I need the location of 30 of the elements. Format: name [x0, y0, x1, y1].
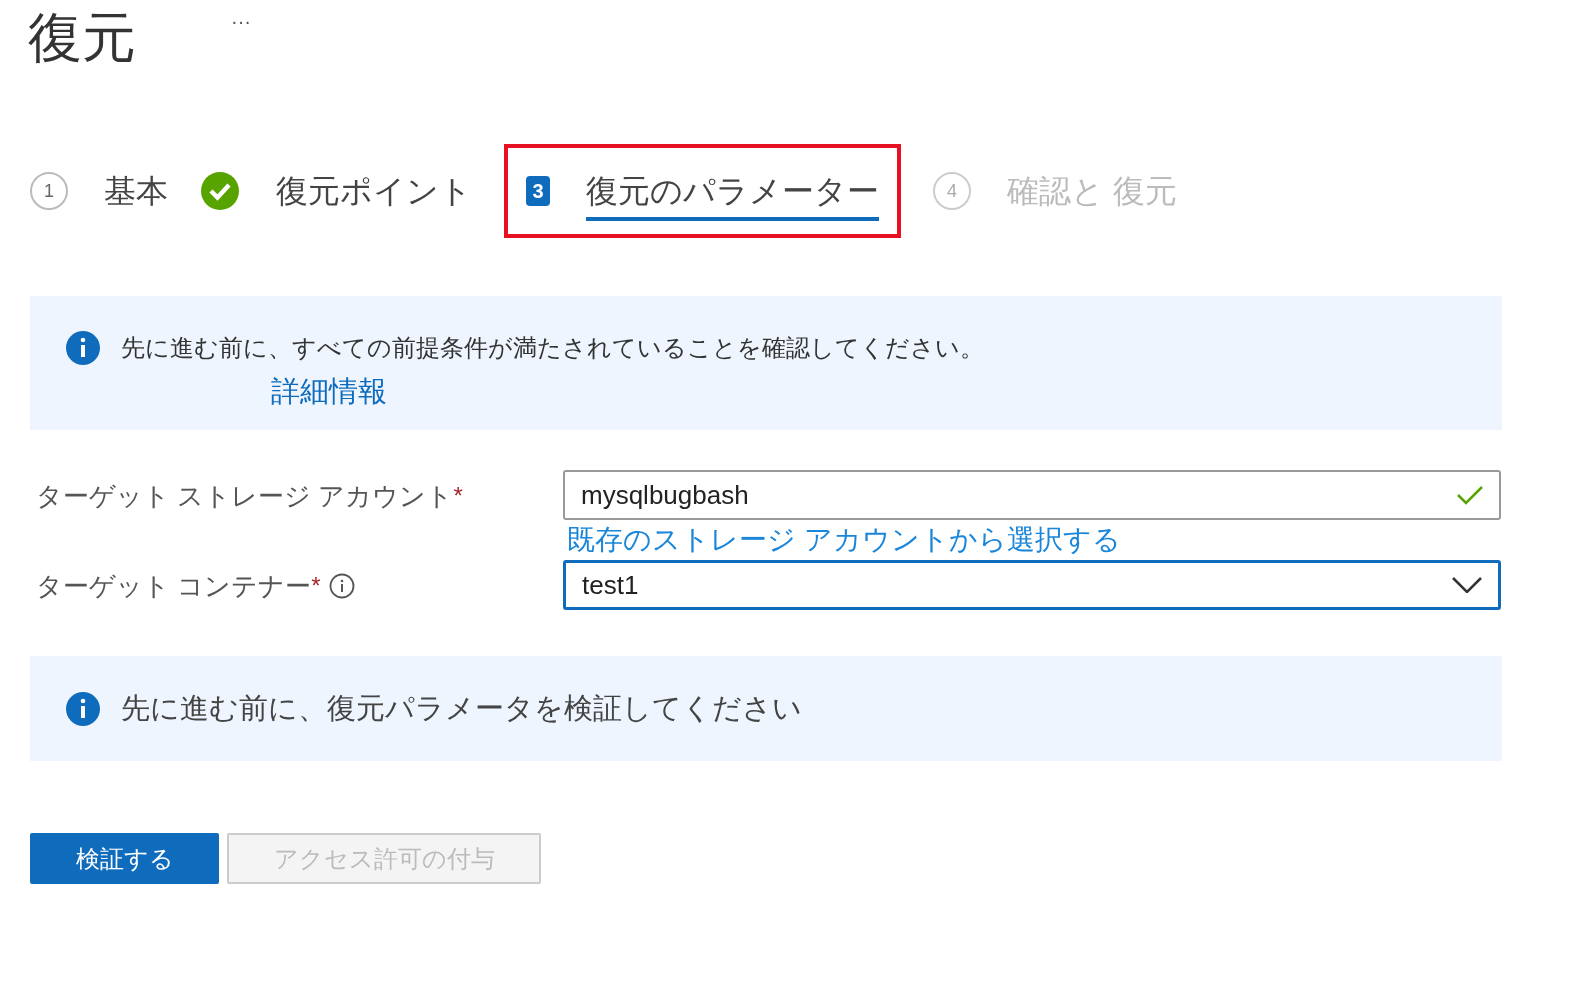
step-label: 復元ポイント	[276, 172, 472, 211]
step-number: 4	[933, 172, 971, 210]
field-label: ターゲット ストレージ アカウント	[36, 479, 454, 513]
step-tab[interactable]: 復元ポイント	[200, 144, 472, 238]
field-label: ターゲット コンテナー	[36, 569, 312, 603]
validate-button[interactable]: 検証する	[30, 833, 219, 884]
step-label: 確認と 復元	[1007, 172, 1177, 211]
info-icon	[65, 690, 101, 727]
container-dropdown[interactable]: test1	[563, 560, 1501, 610]
field-value: mysqlbugbash	[581, 478, 749, 512]
info-icon[interactable]	[328, 573, 355, 599]
step-number: 1	[30, 172, 68, 210]
chevron-down-icon	[1452, 577, 1482, 593]
required-asterisk: *	[311, 571, 321, 601]
checkmark-icon	[1457, 485, 1483, 505]
info-icon	[65, 330, 101, 366]
banner-text: 先に進む前に、すべての前提条件が満たされていることを確認してください。	[121, 333, 984, 363]
more-button[interactable]: ···	[231, 6, 251, 36]
step-number: 3	[526, 176, 550, 206]
step-label: 復元のパラメーター	[586, 167, 879, 221]
banner-text: 先に進む前に、復元パラメータを検証してください	[121, 690, 802, 726]
step-tab[interactable]: 3 復元のパラメーター	[504, 144, 901, 238]
select-account-link[interactable]: 既存のストレージ アカウントから選択する	[567, 520, 1501, 560]
required-asterisk: *	[453, 481, 463, 511]
step-tab[interactable]: 1 基本	[30, 144, 168, 238]
learn-more-link[interactable]: 詳細情報	[271, 370, 984, 414]
storage-account-field[interactable]: mysqlbugbash	[563, 470, 1501, 520]
page-title: 復元	[28, 6, 136, 69]
field-value: test1	[582, 568, 639, 602]
step-label: 基本	[104, 172, 168, 211]
